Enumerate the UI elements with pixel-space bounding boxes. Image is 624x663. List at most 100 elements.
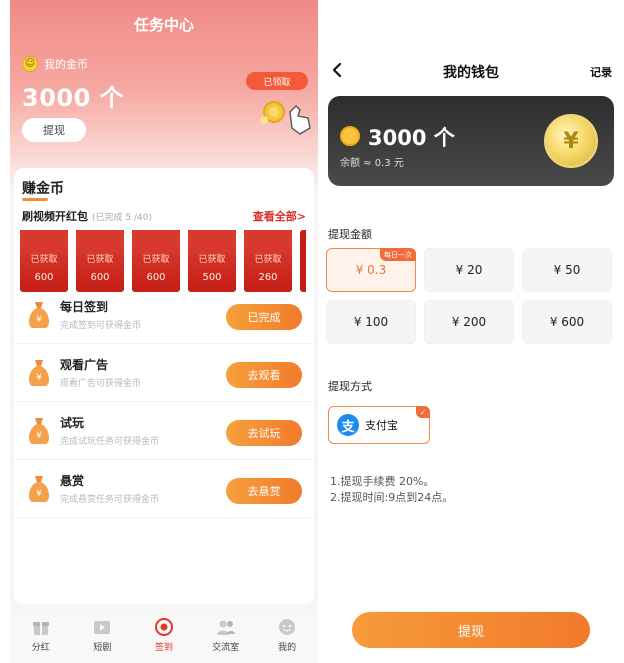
red-packet-amount: 600 (146, 272, 166, 283)
checkin-icon (154, 618, 173, 636)
earn-title-underline (22, 198, 48, 201)
received-badge[interactable]: 已领取 (246, 72, 308, 90)
tab-checkin[interactable]: 签到 (133, 612, 195, 663)
task-title: 悬赏 (60, 474, 85, 488)
money-bag-icon: ¥ (29, 476, 49, 502)
tab-label: 交流室 (212, 643, 240, 653)
red-packet-status: 已获取 (142, 255, 170, 265)
my-coins-label-row: ☺ 我的金币 (22, 56, 88, 72)
checkin-done-button[interactable]: 已完成 (226, 304, 302, 330)
amount-value: ¥ 600 (549, 315, 585, 329)
red-packet-amount: 600 (90, 272, 110, 283)
tab-label: 签到 (154, 643, 173, 653)
wallet-card: 3000 个 余额 ≈ 0.3 元 ¥ (328, 96, 614, 186)
task-title: 试玩 (60, 416, 85, 430)
tab-chat-room[interactable]: 交流室 (195, 612, 257, 663)
red-packet[interactable]: 已获取 500 (188, 230, 236, 292)
task-title: 每日签到 (60, 300, 109, 314)
alipay-label: 支付宝 (365, 419, 398, 432)
task-item-trial: ¥ 试玩 完成试玩任务可获得金币 去试玩 (14, 402, 314, 460)
task-title: 观看广告 (60, 358, 109, 372)
red-packet[interactable]: 已获取 600 (132, 230, 180, 292)
amount-value: ¥ 20 (455, 263, 483, 277)
red-packet-amount: 260 (258, 272, 278, 283)
gift-icon (32, 622, 49, 635)
tab-label: 短剧 (93, 643, 112, 653)
watch-ad-button[interactable]: 去观看 (226, 362, 302, 388)
withdraw-method-label: 提现方式 (328, 380, 372, 393)
money-bag-icon: ¥ (29, 418, 49, 444)
red-packet-amount: 500 (202, 272, 222, 283)
svg-text:¥: ¥ (36, 431, 42, 441)
wallet-amount: 3000 个 (368, 126, 455, 150)
amount-option[interactable]: ¥ 50 (522, 248, 612, 292)
tab-label: 我的 (278, 643, 297, 653)
amount-value: ¥ 50 (553, 263, 581, 277)
video-packet-title: 刷视频开红包 (22, 210, 88, 223)
video-packet-header: 刷视频开红包 (已完成 5 /40) 查看全部> (22, 208, 306, 224)
amount-value: ¥ 100 (353, 315, 389, 329)
task-desc: 观看广告可获得金币 (60, 379, 142, 389)
red-packet[interactable]: 已获取 600 (20, 230, 68, 292)
red-packet-status: 已获取 (30, 255, 58, 265)
amount-option[interactable]: ¥ 20 (424, 248, 514, 292)
task-desc: 完成悬赏任务可获得金币 (60, 495, 160, 505)
amount-option[interactable]: ¥ 200 (424, 300, 514, 344)
amount-option[interactable]: ¥ 100 (326, 300, 416, 344)
page-title: 任务中心 (133, 16, 194, 34)
svg-text:¥: ¥ (36, 373, 42, 383)
tab-label: 分红 (31, 643, 50, 653)
video-icon (94, 621, 111, 634)
red-packet-status: 已获取 (254, 255, 282, 265)
red-packet-amount: 600 (34, 272, 54, 283)
red-packet-status: 已获取 (198, 255, 226, 265)
money-bag-icon: ¥ (29, 360, 49, 386)
withdraw-submit-button[interactable]: 提现 (352, 612, 590, 648)
people-icon (216, 620, 235, 635)
wallet-title: 我的钱包 (443, 65, 499, 81)
wallet-balance: 余额 ≈ 0.3 元 (340, 158, 404, 169)
earn-coins-card: 赚金币 刷视频开红包 (已完成 5 /40) 查看全部> 已获取 600 已获取… (14, 168, 314, 604)
yuan-coin-icon: ¥ (544, 114, 598, 168)
note-fee: 1.提现手续费 20%。 (330, 475, 435, 488)
task-list: ¥ 每日签到 完成签到可获得金币 已完成 ¥ 观看广告 观看广告可获得金币 去观… (14, 286, 314, 518)
see-all-link[interactable]: 查看全部> (253, 208, 306, 224)
coin-hand-icon (260, 101, 311, 135)
smile-coin-icon: ☺ (22, 56, 38, 72)
earn-coins-title: 赚金币 (22, 181, 64, 197)
money-bag-icon: ¥ (29, 302, 49, 328)
note-time: 2.提现时间:9点到24点。 (330, 491, 454, 504)
svg-text:¥: ¥ (36, 489, 42, 499)
tab-profile[interactable]: 我的 (256, 612, 318, 663)
amount-value: ¥ 200 (451, 315, 487, 329)
amount-option[interactable]: ¥ 600 (522, 300, 612, 344)
try-play-button[interactable]: 去试玩 (226, 420, 302, 446)
task-center-screen: 任务中心 ☺ 我的金币 3000 个 提现 已领取 赚金币 刷视频开红包 (已完… (10, 0, 318, 663)
bounty-button[interactable]: 去悬赏 (226, 478, 302, 504)
my-coins-label: 我的金币 (44, 58, 88, 71)
alipay-option[interactable]: 支 支付宝 ✓ (328, 406, 430, 444)
tab-short-drama[interactable]: 短剧 (72, 612, 134, 663)
tab-dividend[interactable]: 分红 (10, 612, 72, 663)
bottom-tab-bar: 分红 短剧 签到 交流室 我的 (10, 612, 318, 663)
task-desc: 完成试玩任务可获得金币 (60, 437, 160, 447)
red-packet[interactable]: 已获取 600 (76, 230, 124, 292)
red-packet-partial (300, 230, 306, 292)
video-packet-progress: (已完成 5 /40) (92, 212, 152, 223)
amount-value: ¥ 0.3 (355, 263, 387, 277)
check-icon: ✓ (416, 406, 430, 418)
svg-text:¥: ¥ (36, 315, 42, 325)
task-desc: 完成签到可获得金币 (60, 321, 142, 331)
amount-options: ¥ 0.3 每日一次 ¥ 20 ¥ 50 ¥ 100 ¥ 200 ¥ 600 (326, 248, 616, 344)
task-item-checkin: ¥ 每日签到 完成签到可获得金币 已完成 (14, 286, 314, 344)
red-packet-status: 已获取 (86, 255, 114, 265)
coin-icon (340, 126, 360, 146)
red-packet-list: 已获取 600 已获取 600 已获取 600 已获取 500 已获取 260 (20, 230, 314, 292)
withdraw-button[interactable]: 提现 (22, 118, 86, 142)
records-link[interactable]: 记录 (590, 64, 612, 80)
task-item-bounty: ¥ 悬赏 完成悬赏任务可获得金币 去悬赏 (14, 460, 314, 518)
withdraw-amount-label: 提现金额 (328, 228, 372, 241)
amount-option[interactable]: ¥ 0.3 每日一次 (326, 248, 416, 292)
red-packet[interactable]: 已获取 260 (244, 230, 292, 292)
coin-amount: 3000 个 (22, 84, 125, 112)
